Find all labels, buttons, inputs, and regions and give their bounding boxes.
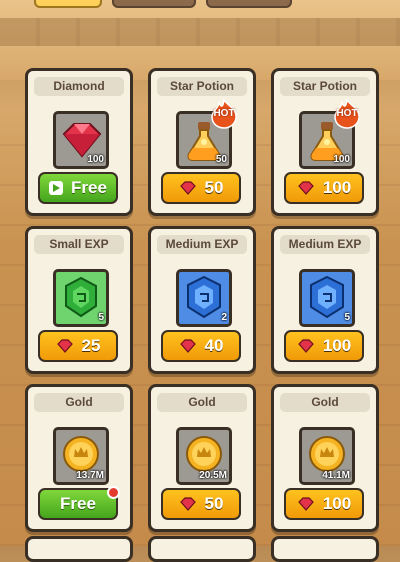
price-label: Free [60, 494, 96, 513]
item-quantity: 5 [98, 312, 104, 323]
buy-button[interactable]: 100 [284, 488, 364, 520]
item-quantity: 20.5M [199, 470, 227, 481]
shop-card-small-exp[interactable]: Small EXP 5 25 [25, 226, 133, 374]
ruby-icon [56, 339, 73, 353]
item-quantity: 50 [215, 154, 227, 165]
buy-button[interactable]: 100 [284, 330, 364, 362]
shop-card-partial[interactable] [148, 536, 256, 562]
buy-button[interactable]: 100 [284, 172, 364, 204]
item-slot: 41.1M [299, 427, 355, 485]
ruby-icon [179, 497, 196, 511]
hot-label: HOT [213, 108, 235, 119]
card-title: Medium EXP [280, 235, 370, 254]
shop-card-gold[interactable]: Gold 13.7M Free [25, 384, 133, 532]
notification-dot [107, 486, 120, 499]
shop-card-partial[interactable] [25, 536, 133, 562]
item-slot: 5 [299, 269, 355, 327]
card-title: Gold [34, 393, 124, 412]
card-title: Medium EXP [157, 235, 247, 254]
buy-button[interactable]: 40 [161, 330, 241, 362]
shop-card-medium-exp[interactable]: Medium EXP 2 40 [148, 226, 256, 374]
item-slot: 13.7M [53, 427, 109, 485]
item-quantity: 100 [333, 154, 350, 165]
shop-card-star-potion[interactable]: Star Potion 50 HOT 50 [148, 68, 256, 216]
ruby-icon [297, 339, 314, 353]
card-title: Small EXP [34, 235, 124, 254]
shop-card-gold[interactable]: Gold 20.5M 50 [148, 384, 256, 532]
price-label: 100 [322, 336, 352, 355]
shop-card-star-potion[interactable]: Star Potion 100 HOT 100 [271, 68, 379, 216]
buy-button[interactable]: 50 [161, 172, 241, 204]
item-quantity: 2 [221, 312, 227, 323]
item-slot: 5 [53, 269, 109, 327]
price-label: 100 [322, 178, 352, 197]
shop-card-medium-exp[interactable]: Medium EXP 5 100 [271, 226, 379, 374]
shop-card-gold[interactable]: Gold 41.1M 100 [271, 384, 379, 532]
buy-button[interactable]: 25 [38, 330, 118, 362]
item-quantity: 13.7M [76, 470, 104, 481]
price-label: Free [71, 178, 107, 197]
price-label: 50 [204, 494, 224, 513]
price-label: 50 [204, 178, 224, 197]
card-title: Gold [280, 393, 370, 412]
price-label: 100 [322, 494, 352, 513]
item-quantity: 100 [87, 154, 104, 165]
card-title: Gold [157, 393, 247, 412]
price-label: 40 [204, 336, 224, 355]
card-title: Star Potion [157, 77, 247, 96]
item-quantity: 41.1M [322, 470, 350, 481]
top-tab-3[interactable] [206, 0, 292, 8]
card-title: Star Potion [280, 77, 370, 96]
free-button[interactable]: Free [38, 172, 118, 204]
item-slot: 100 [53, 111, 109, 169]
item-slot: 20.5M [176, 427, 232, 485]
top-tab-1[interactable] [34, 0, 102, 8]
ruby-icon [179, 181, 196, 195]
buy-button[interactable]: 50 [161, 488, 241, 520]
ruby-icon [297, 181, 314, 195]
shop-card-diamond[interactable]: Diamond 100 Free [25, 68, 133, 216]
shop-card-partial[interactable] [271, 536, 379, 562]
card-title: Diamond [34, 77, 124, 96]
ruby-icon [179, 339, 196, 353]
play-icon [49, 181, 64, 195]
hot-label: HOT [336, 108, 358, 119]
top-tab-2[interactable] [112, 0, 196, 8]
price-label: 25 [81, 336, 101, 355]
background-roof [0, 18, 400, 46]
free-button[interactable]: Free [38, 486, 120, 520]
hot-badge: HOT [332, 98, 362, 129]
item-quantity: 5 [344, 312, 350, 323]
item-slot: 2 [176, 269, 232, 327]
hot-badge: HOT [209, 98, 239, 129]
ruby-icon [297, 497, 314, 511]
